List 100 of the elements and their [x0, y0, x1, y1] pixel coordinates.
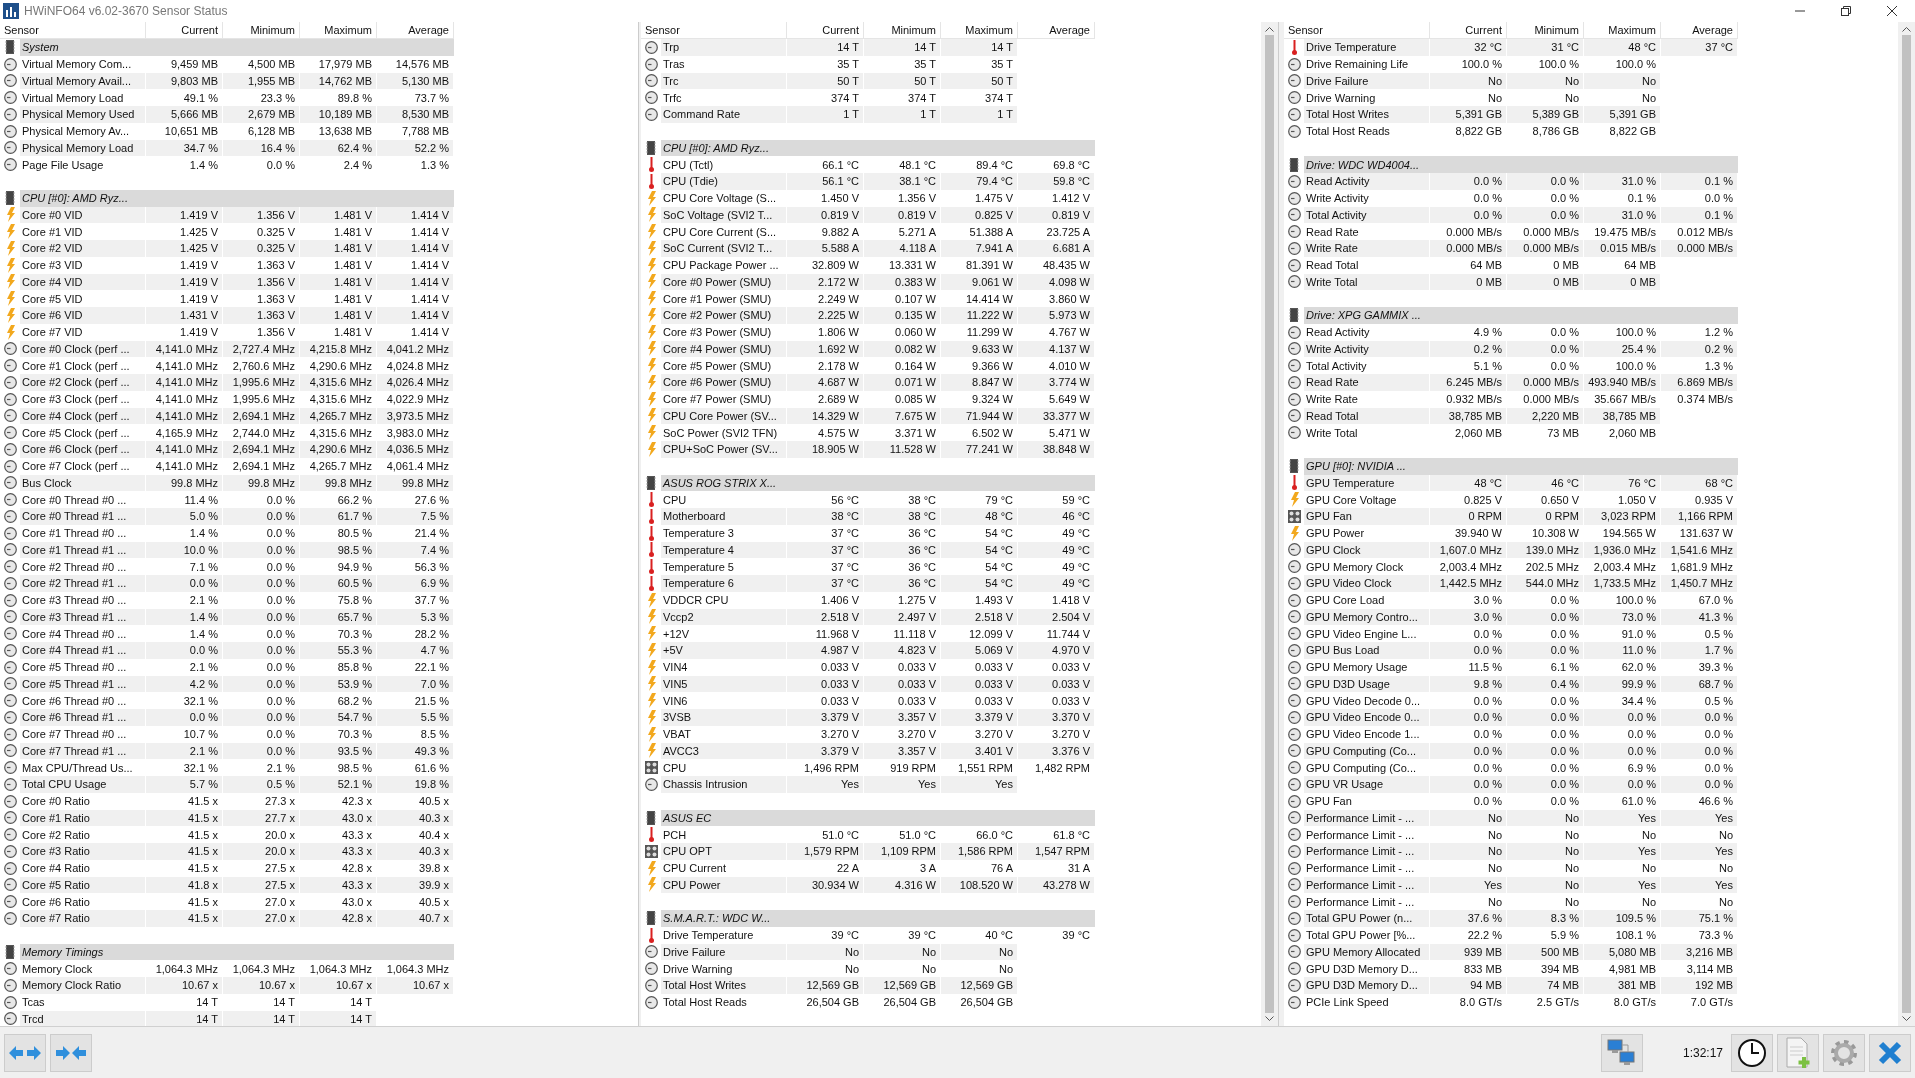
close-button[interactable] — [1869, 1033, 1911, 1072]
column-header[interactable]: Sensor — [1284, 22, 1430, 39]
sensor-group-header[interactable]: Drive: WDC WD4004... — [1304, 156, 1738, 173]
column-header[interactable]: Maximum — [1584, 22, 1661, 39]
column-header[interactable]: Average — [377, 22, 454, 39]
sensor-value: 41.5 x — [146, 859, 223, 877]
sensor-value: 108.1 % — [1584, 926, 1661, 944]
sensor-group-header[interactable]: S.M.A.R.T.: WDC W... — [661, 910, 1095, 927]
sensor-group-header[interactable]: CPU [#0]: AMD Ryz... — [661, 139, 1095, 157]
clock-icon — [1287, 241, 1301, 255]
sensor-value: 4,141.0 MHz — [146, 441, 223, 458]
column-header[interactable]: Current — [146, 22, 223, 39]
sensor-value: 0.0 % — [223, 524, 300, 542]
sensor-group-header[interactable]: ASUS EC — [661, 809, 1095, 827]
sensor-value: 22.1 % — [377, 658, 454, 676]
sensor-group-header[interactable]: Drive: XPG GAMMIX ... — [1304, 307, 1738, 324]
sensor-group-header[interactable]: Memory Timings — [20, 943, 454, 961]
sensor-value: 1.425 V — [146, 240, 223, 257]
sensor-value: 36 °C — [864, 575, 941, 592]
sensor-value: Yes — [1584, 843, 1661, 860]
sensor-name: CPU Core Power (SV... — [661, 407, 787, 425]
sensor-value: 0.000 MB/s — [1507, 390, 1584, 408]
sensor-name: Memory Clock Ratio — [20, 977, 146, 994]
column-header[interactable]: Average — [1018, 22, 1095, 39]
expand-columns-button[interactable] — [4, 1033, 46, 1072]
sensor-value: 10.67 x — [146, 977, 223, 994]
clock-icon — [3, 895, 17, 909]
sensor-value: 37.6 % — [1430, 910, 1507, 927]
sensor-value: 131.637 W — [1661, 524, 1738, 542]
sensor-group-header[interactable]: CPU [#0]: AMD Ryz... — [20, 189, 454, 207]
column-header[interactable]: Sensor — [641, 22, 787, 39]
sensor-value: 39 °C — [864, 926, 941, 944]
sensor-value: 46.6 % — [1661, 792, 1738, 810]
vertical-scrollbar[interactable] — [1898, 22, 1915, 1026]
sensor-value: 14 T — [223, 993, 300, 1011]
sensor-group-header[interactable]: GPU [#0]: NVIDIA ... — [1304, 457, 1738, 475]
sensor-value: No — [1584, 72, 1661, 90]
sensor-value: 43.3 x — [300, 876, 377, 894]
sensor-name: VIN5 — [661, 675, 787, 693]
sensor-value: 22.2 % — [1430, 926, 1507, 944]
sensor-name: Read Activity — [1304, 173, 1430, 190]
sensor-value: 48 °C — [1584, 39, 1661, 56]
sensor-value: 0.0 % — [1507, 173, 1584, 190]
clock-icon — [1287, 593, 1301, 607]
column-header[interactable]: Minimum — [1507, 22, 1584, 39]
sensor-value: 0.4 % — [1507, 675, 1584, 693]
column-header[interactable]: Average — [1661, 22, 1738, 39]
column-header[interactable]: Maximum — [941, 22, 1018, 39]
sensor-value: 4,265.7 MHz — [300, 457, 377, 475]
sensor-value: 1.481 V — [300, 240, 377, 257]
clock-icon — [644, 978, 658, 992]
column-header[interactable]: Sensor — [0, 22, 146, 39]
sensor-value: 27.5 x — [223, 876, 300, 894]
sensor-value: 9,803 MB — [146, 72, 223, 90]
clock-icon — [1287, 962, 1301, 976]
sensor-value: 1.414 V — [377, 323, 454, 341]
vertical-scrollbar[interactable] — [1261, 22, 1278, 1026]
column-header[interactable]: Minimum — [223, 22, 300, 39]
sensor-name: CPU Package Power ... — [661, 256, 787, 274]
clock-icon — [3, 777, 17, 791]
column-header[interactable]: Current — [1430, 22, 1507, 39]
lightning-bolt-icon — [5, 324, 15, 340]
sensor-value: No — [1507, 859, 1584, 877]
sensor-value: 5,666 MB — [146, 106, 223, 123]
clock-icon — [1287, 258, 1301, 272]
sensor-value: 1.275 V — [864, 591, 941, 609]
column-header[interactable]: Current — [787, 22, 864, 39]
sensor-value: 8,530 MB — [377, 106, 454, 123]
clock-icon — [3, 1012, 17, 1026]
clock-button[interactable] — [1731, 1033, 1773, 1072]
sensor-value: 1.4 % — [146, 524, 223, 542]
sensor-name: GPU Fan — [1304, 792, 1430, 810]
sensor-name: VIN4 — [661, 658, 787, 676]
settings-button[interactable] — [1823, 1033, 1865, 1072]
chip-icon — [1289, 157, 1299, 172]
sensor-value: 70.3 % — [300, 725, 377, 743]
sensor-value: 68.7 % — [1661, 675, 1738, 693]
network-button[interactable] — [1600, 1033, 1643, 1072]
chip-icon — [1289, 308, 1299, 323]
sensor-value: 11.222 W — [941, 307, 1018, 324]
sensor-value: 1.418 V — [1018, 591, 1095, 609]
sensor-group-header[interactable]: System — [20, 39, 454, 56]
lightning-bolt-icon — [646, 659, 656, 675]
sensor-value: 4.823 V — [864, 642, 941, 659]
sensor-name: Core #3 VID — [20, 256, 146, 274]
column-header[interactable]: Maximum — [300, 22, 377, 39]
sensor-value: 53.9 % — [300, 675, 377, 693]
sensor-value: 40.5 x — [377, 792, 454, 810]
sensor-value: 0.0 % — [1584, 742, 1661, 760]
sensor-value: 30.934 W — [787, 876, 864, 894]
sensor-name: Vccp2 — [661, 608, 787, 626]
sensor-group-header[interactable]: ASUS ROG STRIX X... — [661, 474, 1095, 492]
sensor-value: No — [1507, 843, 1584, 860]
clock-icon — [3, 392, 17, 406]
sensor-value: 1.363 V — [223, 256, 300, 274]
sensor-value: 4.7 % — [377, 642, 454, 659]
sensor-value: Yes — [787, 776, 864, 793]
column-header[interactable]: Minimum — [864, 22, 941, 39]
sensor-value: 3.379 V — [941, 709, 1018, 726]
collapse-columns-button[interactable] — [50, 1033, 92, 1072]
